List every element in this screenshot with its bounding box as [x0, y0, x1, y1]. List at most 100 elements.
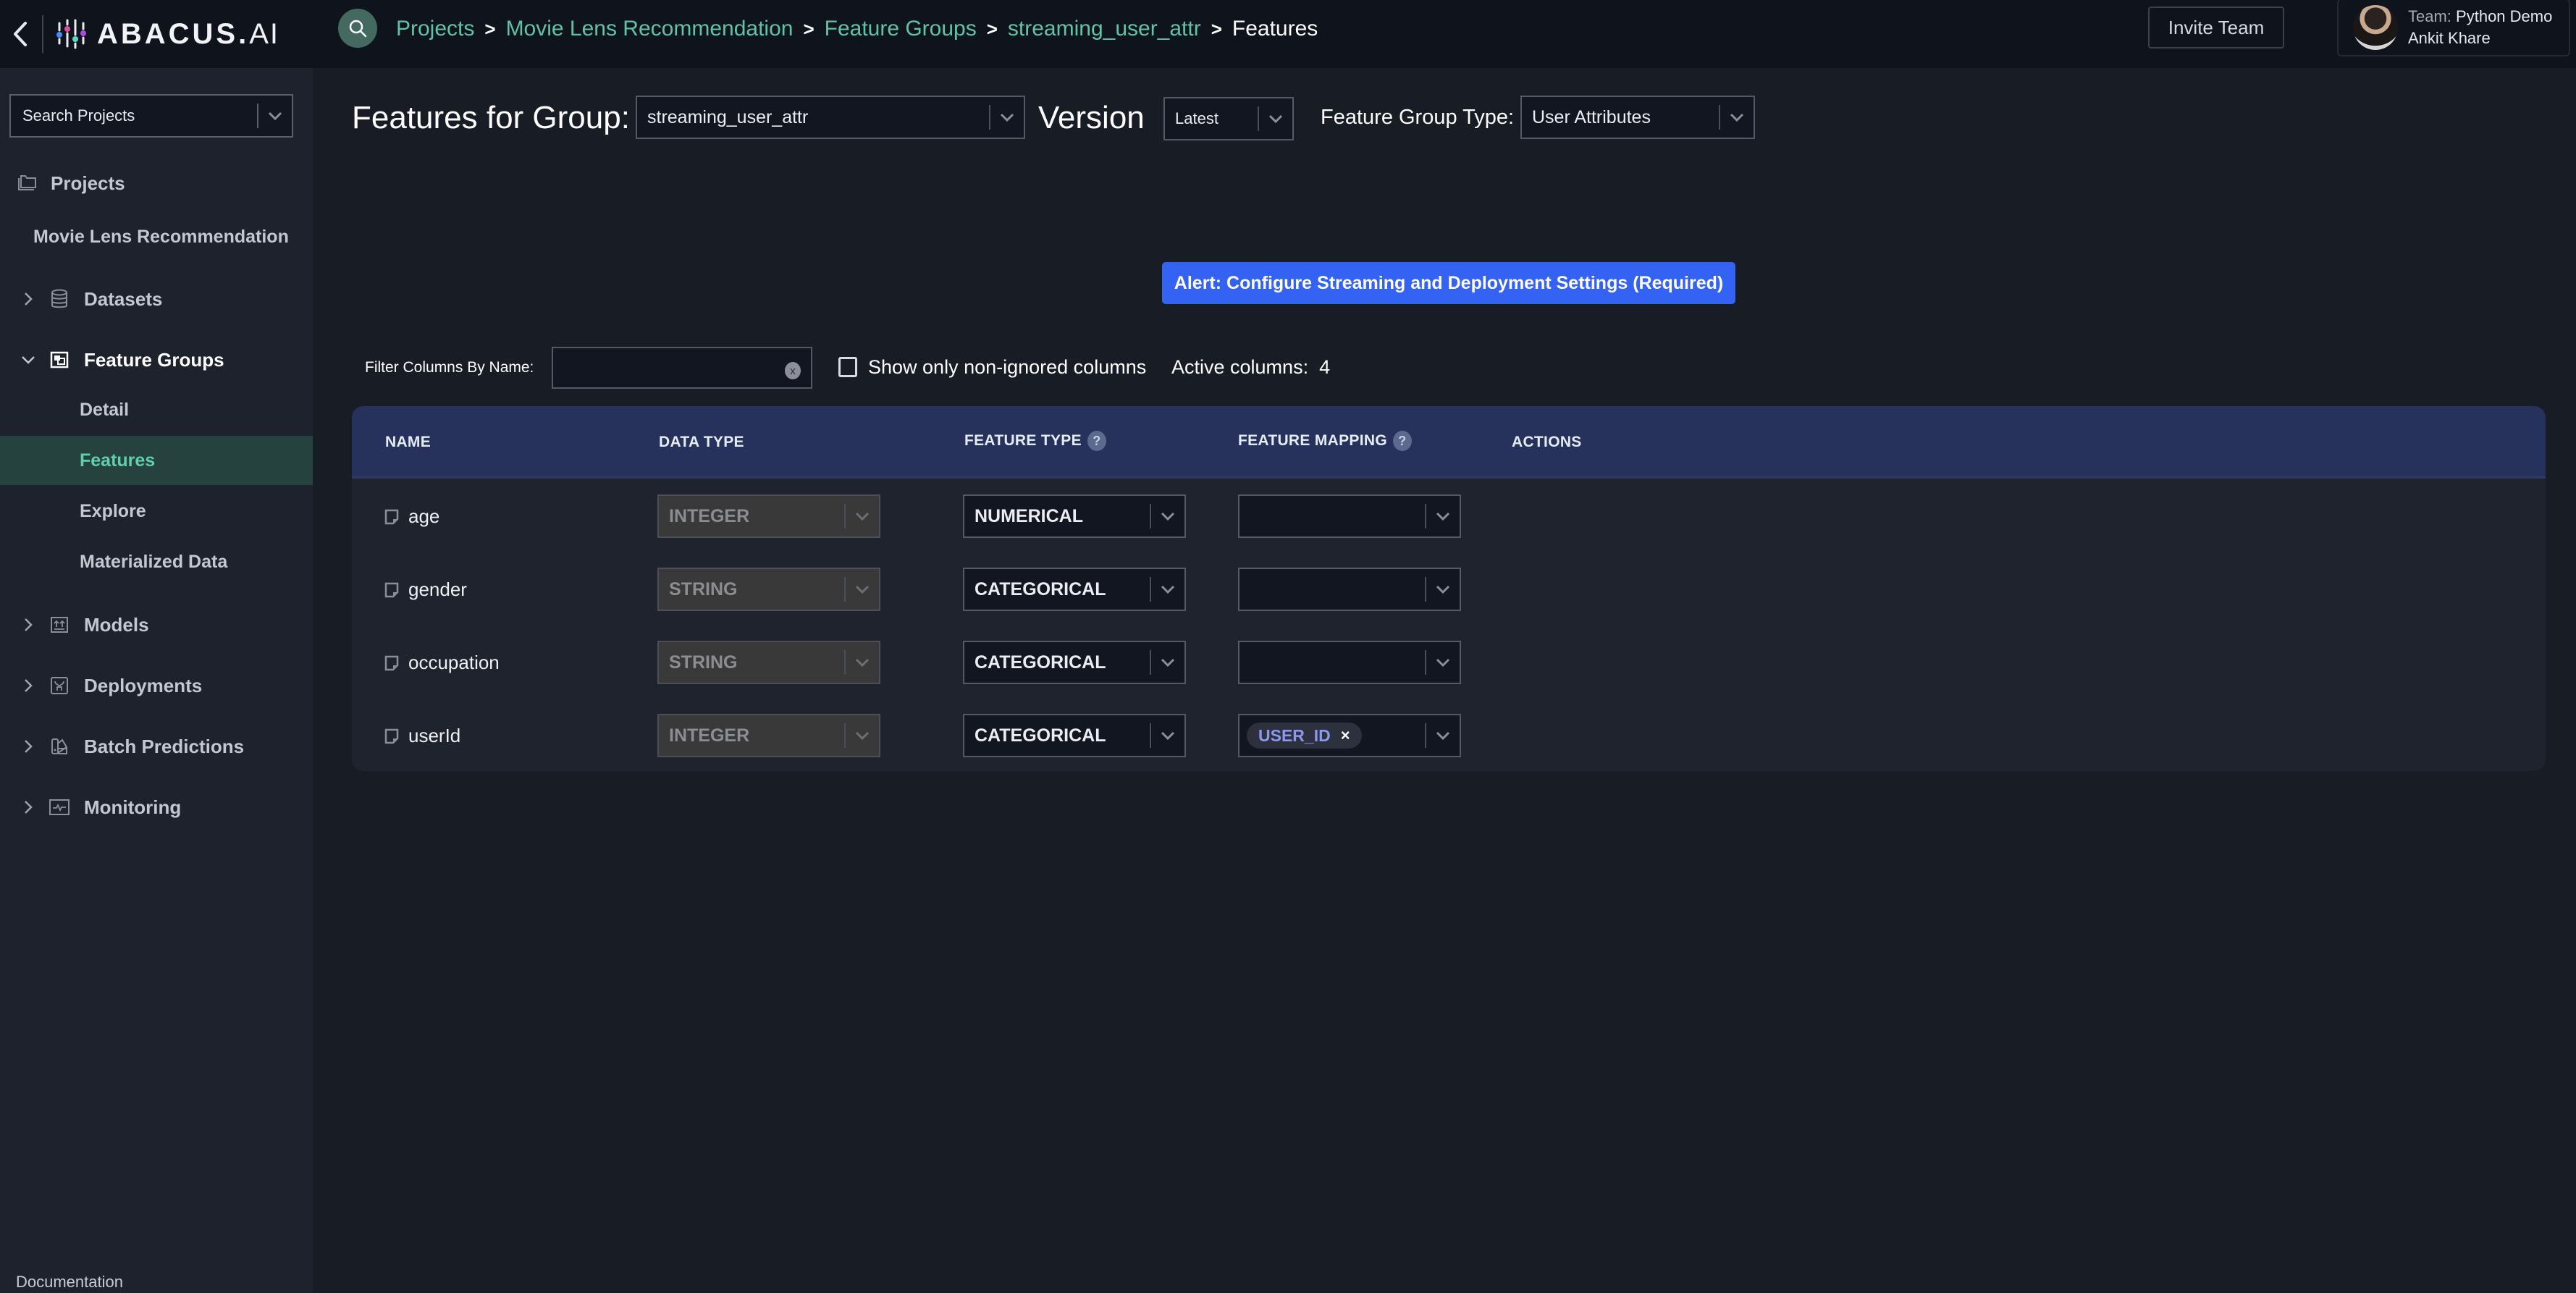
chevron-down-icon: [1720, 113, 1754, 122]
breadcrumb-feature-groups[interactable]: Feature Groups: [825, 17, 977, 41]
sidebar-project-name[interactable]: Movie Lens Recommendation: [0, 211, 313, 262]
database-icon: [48, 289, 71, 309]
feature-type-select[interactable]: CATEGORICAL: [963, 641, 1186, 684]
search-projects-select[interactable]: Search Projects: [9, 94, 293, 138]
column-header-feature-mapping: FEATURE MAPPING ?: [1238, 431, 1412, 451]
feature-name-cell: occupation: [384, 652, 500, 674]
page-title: Features for Group:: [352, 100, 630, 135]
breadcrumb-feature-group[interactable]: streaming_user_attr: [1008, 17, 1201, 41]
user-name: Ankit Khare: [2408, 29, 2491, 47]
show-non-ignored-label[interactable]: Show only non-ignored columns: [868, 356, 1146, 379]
remove-tag-icon[interactable]: ×: [1341, 726, 1350, 745]
models-icon: [48, 616, 71, 633]
data-type-select[interactable]: INTEGER: [657, 494, 880, 538]
feature-type-select[interactable]: CATEGORICAL: [963, 568, 1186, 611]
sidebar-item-monitoring[interactable]: Monitoring: [0, 782, 313, 833]
sidebar-item-projects[interactable]: Projects: [0, 158, 313, 209]
breadcrumb-separator: >: [803, 17, 815, 40]
sidebar-item-models[interactable]: Models: [0, 599, 313, 650]
sidebar-subitem-materialized-data[interactable]: Materialized Data: [0, 537, 313, 586]
breadcrumb-projects[interactable]: Projects: [396, 17, 474, 41]
feature-name-cell: age: [384, 505, 439, 528]
chevron-down-icon: [19, 355, 38, 365]
chevron-down-icon: [846, 512, 879, 521]
chevron-down-icon: [1426, 658, 1460, 667]
logo-divider: [42, 15, 43, 53]
feature-type-select[interactable]: NUMERICAL: [963, 494, 1186, 538]
global-search-button[interactable]: [338, 9, 377, 48]
data-type-select[interactable]: INTEGER: [657, 714, 880, 757]
feature-group-select[interactable]: streaming_user_attr: [636, 96, 1025, 139]
data-type-value: STRING: [669, 578, 738, 599]
top-bar: ABACUS.AI Projects > Movie Lens Recommen…: [0, 0, 2576, 68]
back-button[interactable]: [6, 12, 35, 56]
feature-type-select[interactable]: CATEGORICAL: [963, 714, 1186, 757]
sidebar-item-deployments[interactable]: Deployments: [0, 660, 313, 711]
feature-group-type-value: User Attributes: [1532, 106, 1651, 127]
chevron-down-icon: [846, 731, 879, 740]
filter-columns-label: Filter Columns By Name:: [365, 359, 534, 376]
documentation-link[interactable]: Documentation: [16, 1273, 123, 1292]
chevron-down-icon: [1151, 585, 1184, 594]
features-table: NAME DATA TYPE FEATURE TYPE ? FEATURE MA…: [352, 406, 2546, 771]
feature-type-value: CATEGORICAL: [975, 725, 1106, 746]
version-select[interactable]: Latest: [1163, 97, 1294, 140]
sidebar-item-label: Monitoring: [84, 796, 182, 818]
sidebar-item-feature-groups[interactable]: Feature Groups: [0, 334, 313, 385]
configure-streaming-alert-button[interactable]: Alert: Configure Streaming and Deploymen…: [1162, 262, 1735, 304]
data-type-value: INTEGER: [669, 505, 750, 526]
feature-name: occupation: [408, 652, 500, 673]
feature-mapping-select[interactable]: [1238, 641, 1461, 684]
chevron-right-icon: [19, 291, 38, 307]
table-row: userId INTEGER CATEGORICAL USER_ID ×: [352, 700, 2546, 771]
chevron-right-icon: [19, 738, 38, 754]
help-icon[interactable]: ?: [1392, 431, 1412, 451]
feature-group-type-select[interactable]: User Attributes: [1520, 96, 1755, 139]
sidebar-subitem-explore[interactable]: Explore: [0, 487, 313, 536]
version-label: Version: [1038, 100, 1145, 135]
feature-name-cell: userId: [384, 725, 460, 747]
column-header-data-type: DATA TYPE: [659, 434, 744, 450]
breadcrumb-project[interactable]: Movie Lens Recommendation: [506, 17, 794, 41]
help-icon[interactable]: ?: [1087, 431, 1106, 451]
data-type-value: INTEGER: [669, 725, 750, 746]
chevron-down-icon: [1259, 114, 1292, 123]
chevron-right-icon: [19, 678, 38, 694]
table-row: occupation STRING CATEGORICAL: [352, 627, 2546, 700]
chevron-down-icon: [1151, 658, 1184, 667]
filter-columns-input[interactable]: [553, 348, 811, 387]
user-menu[interactable]: Team: Python Demo Ankit Khare: [2337, 0, 2570, 56]
active-columns-label: Active columns:: [1171, 356, 1309, 378]
logo-area: ABACUS.AI: [0, 0, 313, 68]
show-non-ignored-checkbox[interactable]: [838, 357, 857, 377]
feature-mapping-select[interactable]: USER_ID ×: [1238, 714, 1461, 757]
avatar: [2353, 5, 2398, 50]
column-header-name: NAME: [385, 434, 432, 450]
chevron-down-icon: [1151, 731, 1184, 740]
data-type-select[interactable]: STRING: [657, 568, 880, 611]
feature-mapping-select[interactable]: [1238, 568, 1461, 611]
sidebar-item-label: Feature Groups: [84, 348, 224, 371]
sidebar-item-datasets[interactable]: Datasets: [0, 274, 313, 324]
feature-mapping-value: USER_ID ×: [1239, 723, 1425, 749]
sidebar-item-label: Models: [84, 613, 149, 636]
invite-team-button[interactable]: Invite Team: [2148, 7, 2284, 49]
feature-name: userId: [408, 725, 461, 746]
active-columns-value: 4: [1319, 356, 1331, 378]
breadcrumb-separator: >: [484, 17, 496, 40]
team-label: Team:: [2408, 7, 2451, 25]
monitoring-icon: [48, 799, 71, 816]
sidebar-item-label: Datasets: [84, 287, 163, 310]
sidebar-subitem-features[interactable]: Features: [0, 436, 313, 485]
chevron-down-icon: [1426, 731, 1460, 740]
chevron-down-icon: [846, 658, 879, 667]
feature-mapping-tag-label: USER_ID: [1258, 725, 1331, 745]
sidebar-item-batch-predictions[interactable]: Batch Predictions: [0, 721, 313, 772]
clear-filter-icon[interactable]: x: [785, 362, 801, 379]
feature-group-value: streaming_user_attr: [647, 106, 809, 127]
filter-columns-field[interactable]: x: [552, 347, 812, 389]
data-type-select[interactable]: STRING: [657, 641, 880, 684]
feature-mapping-select[interactable]: [1238, 494, 1461, 538]
sidebar-subitem-detail[interactable]: Detail: [0, 385, 313, 434]
sidebar-item-label: Deployments: [84, 674, 203, 696]
